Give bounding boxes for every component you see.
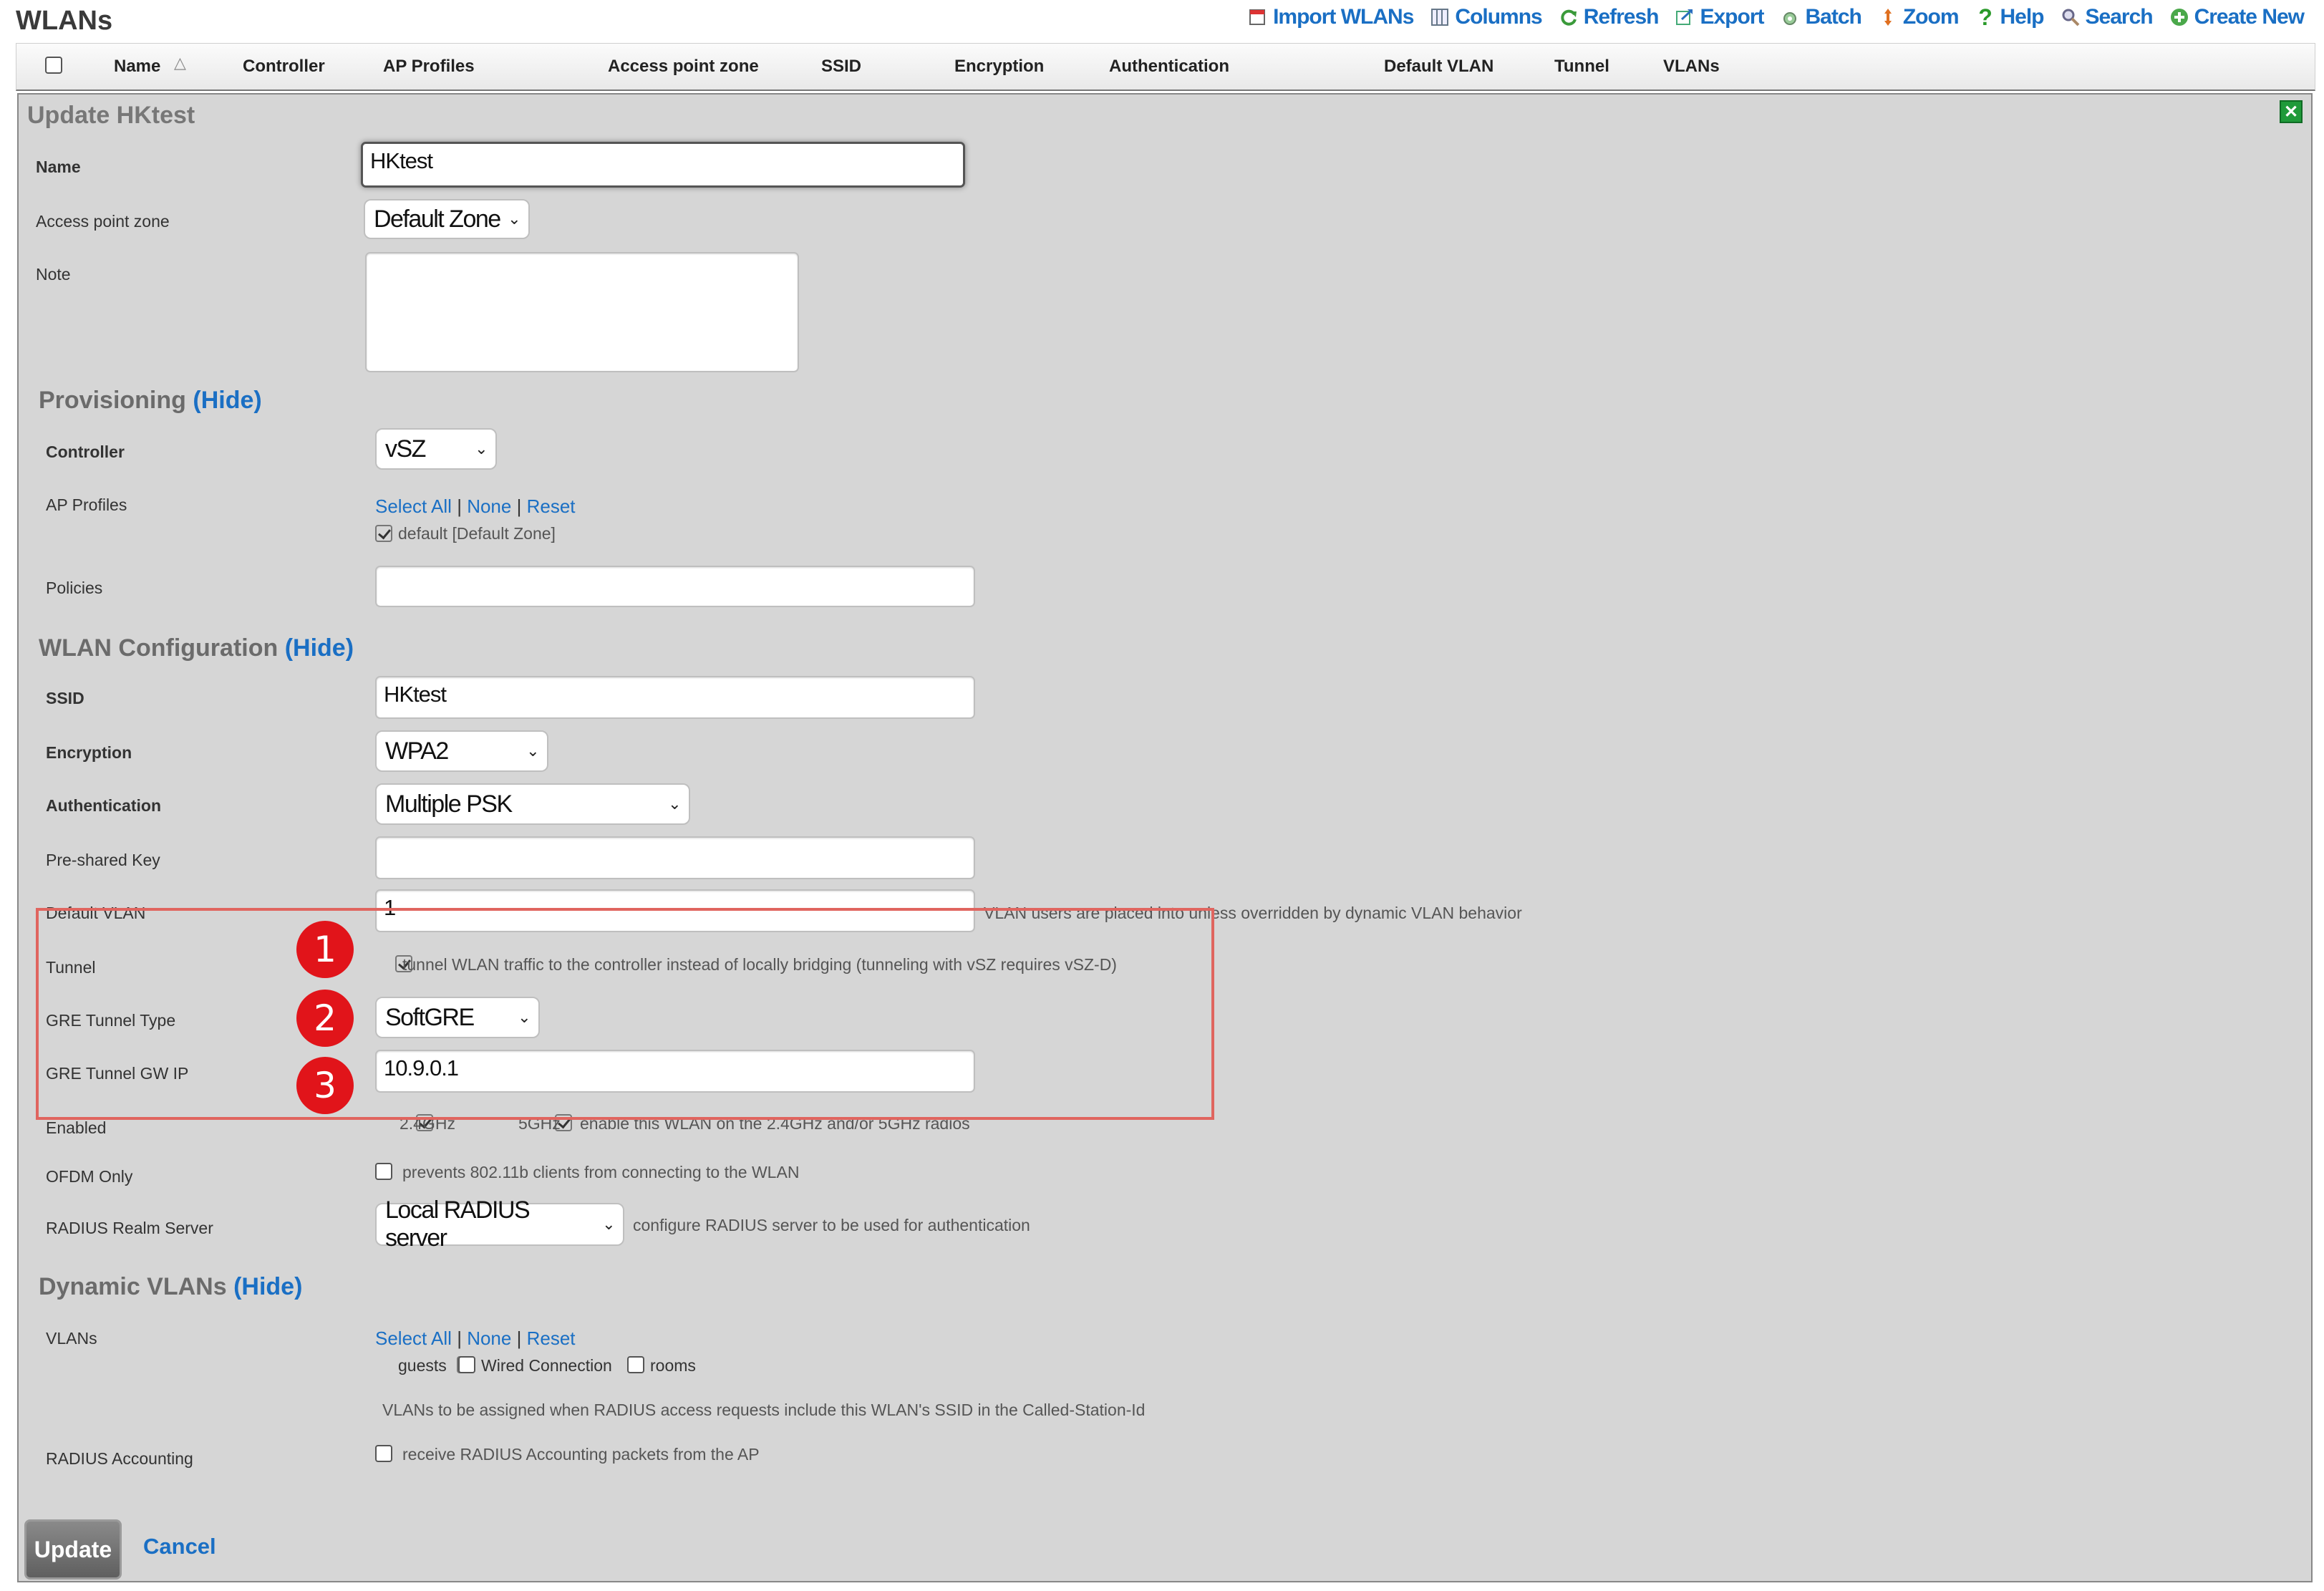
- zone-select[interactable]: Default Zone ⌄: [364, 199, 530, 239]
- import-wlans-button[interactable]: Import WLANs: [1247, 5, 1414, 29]
- create-new-button[interactable]: Create New: [2169, 5, 2305, 29]
- ap-profiles-select-all-link[interactable]: Select All: [375, 495, 452, 517]
- col-tunnel[interactable]: Tunnel: [1554, 57, 1609, 77]
- help-icon: ?: [1978, 4, 1993, 30]
- wlan-config-hide-link[interactable]: (Hide): [285, 634, 354, 662]
- ap-profiles-reset-link[interactable]: Reset: [527, 495, 576, 517]
- controller-label: Controller: [46, 443, 125, 461]
- ofdm-label: OFDM Only: [46, 1167, 133, 1186]
- name-label: Name: [36, 158, 81, 176]
- col-encryption[interactable]: Encryption: [954, 57, 1044, 77]
- annotation-badge-2: 2: [296, 990, 354, 1047]
- chevron-down-icon: ⌄: [475, 440, 488, 458]
- controller-select[interactable]: vSZ ⌄: [375, 428, 497, 470]
- columns-button[interactable]: Columns: [1429, 5, 1543, 29]
- import-icon: [1247, 6, 1269, 28]
- cancel-link[interactable]: Cancel: [143, 1534, 216, 1559]
- ssid-label: SSID: [46, 689, 84, 707]
- ap-profiles-label: AP Profiles: [46, 495, 127, 514]
- authentication-label: Authentication: [46, 796, 161, 815]
- vlan-rooms-label: rooms: [650, 1356, 696, 1375]
- batch-icon: [1779, 6, 1801, 28]
- col-ssid[interactable]: SSID: [821, 57, 861, 77]
- col-access-point-zone[interactable]: Access point zone: [608, 57, 759, 77]
- export-button[interactable]: Export: [1674, 5, 1764, 29]
- select-all-checkbox[interactable]: [45, 57, 62, 74]
- psk-label: Pre-shared Key: [46, 851, 160, 869]
- policies-input[interactable]: [375, 566, 975, 607]
- vlans-links: Select All | None | Reset: [375, 1328, 576, 1349]
- update-wlan-panel: [17, 93, 2313, 1582]
- chevron-down-icon: ⌄: [526, 742, 539, 760]
- authentication-select[interactable]: Multiple PSK ⌄: [375, 783, 690, 825]
- refresh-icon: [1558, 6, 1579, 28]
- radius-accounting-help: receive RADIUS Accounting packets from t…: [402, 1445, 760, 1464]
- tunnel-highlight-box: [36, 908, 1214, 1120]
- vlans-label: VLANs: [46, 1329, 97, 1348]
- chevron-down-icon: ⌄: [602, 1215, 615, 1233]
- ap-profiles-none-link[interactable]: None: [467, 495, 511, 517]
- name-input[interactable]: HKtest: [361, 142, 965, 188]
- columns-icon: [1429, 6, 1451, 28]
- note-textarea[interactable]: [365, 252, 799, 372]
- col-authentication[interactable]: Authentication: [1109, 57, 1229, 77]
- vlan-guests-label: guests: [398, 1356, 447, 1375]
- refresh-button[interactable]: Refresh: [1558, 5, 1659, 29]
- help-button[interactable]: ? Help: [1975, 4, 2044, 30]
- search-button[interactable]: Search: [2060, 5, 2154, 29]
- vlans-help: VLANs to be assigned when RADIUS access …: [382, 1401, 1146, 1419]
- radius-realm-label: RADIUS Realm Server: [46, 1219, 213, 1237]
- dynamic-vlans-heading: Dynamic VLANs (Hide): [39, 1273, 303, 1300]
- policies-label: Policies: [46, 579, 103, 597]
- enabled-label: Enabled: [46, 1118, 107, 1137]
- vlans-none-link[interactable]: None: [467, 1328, 511, 1349]
- create-new-icon: [2169, 6, 2190, 28]
- column-header: Name △ Controller AP Profiles Access poi…: [16, 43, 2315, 91]
- chevron-down-icon: ⌄: [508, 210, 521, 228]
- col-ap-profiles[interactable]: AP Profiles: [383, 57, 475, 77]
- zoom-button[interactable]: Zoom: [1877, 5, 1959, 29]
- psk-input[interactable]: [375, 836, 975, 879]
- annotation-badge-1: 1: [296, 921, 354, 978]
- col-vlans[interactable]: VLANs: [1663, 57, 1720, 77]
- export-icon: [1674, 6, 1695, 28]
- profile-default-checkbox[interactable]: [375, 525, 392, 542]
- sort-asc-icon[interactable]: △: [174, 54, 186, 72]
- profile-default-label: default [Default Zone]: [398, 524, 556, 543]
- col-default-vlan[interactable]: Default VLAN: [1384, 57, 1493, 77]
- chevron-down-icon: ⌄: [668, 795, 681, 813]
- ofdm-checkbox[interactable]: [375, 1163, 392, 1180]
- zoom-icon: [1877, 6, 1899, 28]
- encryption-select[interactable]: WPA2 ⌄: [375, 730, 548, 772]
- provisioning-hide-link[interactable]: (Hide): [193, 387, 261, 414]
- vlan-wired-label: Wired Connection: [481, 1356, 612, 1375]
- annotation-badge-3: 3: [296, 1057, 354, 1114]
- ap-profiles-links: Select All | None | Reset: [375, 495, 576, 517]
- dynamic-vlans-hide-link[interactable]: (Hide): [233, 1273, 302, 1300]
- panel-title: Update HKtest: [27, 102, 195, 129]
- ofdm-help: prevents 802.11b clients from connecting…: [402, 1163, 800, 1181]
- radius-realm-help: configure RADIUS server to be used for a…: [633, 1216, 1030, 1234]
- toolbar: Import WLANs Columns Refresh Export Batc…: [1231, 1, 2305, 33]
- batch-button[interactable]: Batch: [1779, 5, 1862, 29]
- col-controller[interactable]: Controller: [243, 57, 325, 77]
- encryption-label: Encryption: [46, 743, 132, 762]
- close-icon[interactable]: ✕: [2280, 100, 2303, 123]
- radius-realm-select[interactable]: Local RADIUS server ⌄: [375, 1196, 624, 1252]
- note-label: Note: [36, 265, 71, 284]
- vlan-rooms-checkbox[interactable]: [627, 1356, 644, 1373]
- vlans-select-all-link[interactable]: Select All: [375, 1328, 452, 1349]
- vlan-wired-checkbox[interactable]: [458, 1356, 475, 1373]
- radius-accounting-label: RADIUS Accounting: [46, 1449, 193, 1468]
- radius-accounting-checkbox[interactable]: [375, 1445, 392, 1462]
- provisioning-heading: Provisioning (Hide): [39, 387, 262, 414]
- vlans-reset-link[interactable]: Reset: [527, 1328, 576, 1349]
- zone-label: Access point zone: [36, 212, 170, 231]
- search-icon: [2060, 6, 2081, 28]
- page-title: WLANs: [16, 6, 113, 36]
- ssid-input[interactable]: HKtest: [375, 676, 975, 719]
- wlan-config-heading: WLAN Configuration (Hide): [39, 634, 354, 662]
- update-button[interactable]: Update: [24, 1519, 122, 1580]
- col-name[interactable]: Name: [114, 57, 160, 77]
